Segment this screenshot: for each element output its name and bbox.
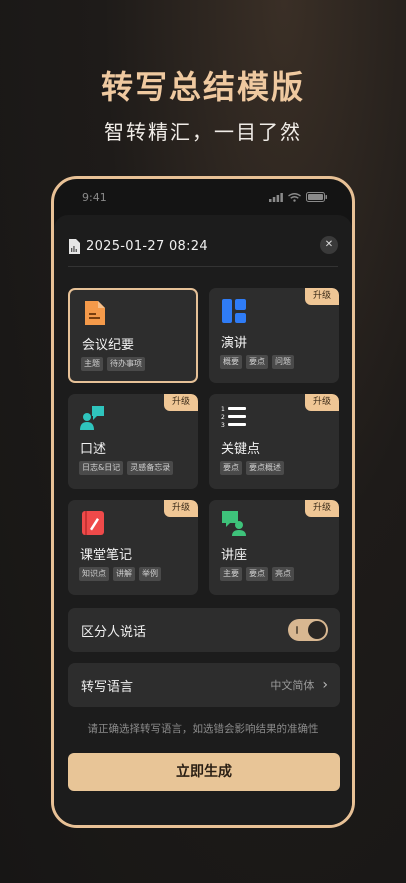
- template-tag: 主要: [220, 567, 242, 581]
- upgrade-badge: 升级: [305, 394, 339, 411]
- template-card-class-notes[interactable]: 课堂笔记 知识点 讲解 举例 升级: [68, 500, 198, 595]
- template-tag: 要点: [246, 355, 268, 369]
- notebook-icon: [82, 511, 104, 535]
- template-tag: 概要: [220, 355, 242, 369]
- template-card-meeting-notes[interactable]: 会议纪要 主题 待办事项: [68, 288, 198, 383]
- template-title: 口述: [80, 442, 107, 457]
- template-tag: 要点: [246, 567, 268, 581]
- speaker-separation-row: 区分人说话: [68, 608, 340, 652]
- template-tag: 主题: [81, 357, 103, 371]
- template-tag: 问题: [272, 355, 294, 369]
- wifi-icon: [288, 192, 301, 202]
- signal-icon: [269, 192, 283, 202]
- template-title: 讲座: [221, 548, 248, 563]
- upgrade-badge: 升级: [164, 500, 198, 517]
- divider: [68, 266, 338, 267]
- upgrade-badge: 升级: [305, 288, 339, 305]
- transcription-language-value: 中文简体: [270, 679, 315, 692]
- transcription-language-row[interactable]: 转写语言 中文简体 ›: [68, 663, 340, 707]
- close-button[interactable]: ✕: [320, 236, 338, 254]
- template-card-dictation[interactable]: 口述 日志&日记 灵感备忘录 升级: [68, 394, 198, 489]
- template-tag: 日志&日记: [79, 461, 124, 475]
- template-tag: 要点概述: [246, 461, 284, 475]
- language-hint: 请正确选择转写语言，如选错会影响结果的准确性: [87, 723, 319, 735]
- upgrade-badge: 升级: [164, 394, 198, 411]
- template-tag: 灵感备忘录: [127, 461, 174, 475]
- numbered-list-icon: 1 2 3: [221, 406, 246, 429]
- template-title: 会议纪要: [82, 338, 135, 353]
- lecture-icon: [222, 511, 246, 536]
- chevron-right-icon: ›: [322, 677, 328, 693]
- toggle-handle: [308, 621, 326, 639]
- hero-title: 转写总结模版: [100, 68, 305, 106]
- template-tag: 知识点: [79, 567, 109, 581]
- svg-text:3: 3: [221, 422, 225, 429]
- template-card-speech[interactable]: 演讲 概要 要点 问题 升级: [209, 288, 339, 383]
- phone-frame: 9:41 2025-01-27 08:24 ✕ 会议纪要 主题 待办事项 演讲 …: [51, 176, 355, 828]
- transcription-language-label: 转写语言: [81, 679, 134, 695]
- template-card-lecture[interactable]: 讲座 主要 要点 亮点 升级: [209, 500, 339, 595]
- template-title: 课堂笔记: [80, 548, 133, 563]
- hero-subtitle: 智转精汇，一目了然: [104, 120, 302, 144]
- speech-icon: [222, 299, 246, 323]
- template-tag: 举例: [139, 567, 161, 581]
- svg-text:1: 1: [221, 406, 225, 413]
- svg-text:2: 2: [221, 414, 225, 421]
- template-title: 演讲: [221, 336, 248, 351]
- battery-icon: [306, 192, 327, 202]
- template-tag: 讲解: [113, 567, 135, 581]
- template-tag: 待办事项: [107, 357, 145, 371]
- speaker-separation-toggle[interactable]: [288, 619, 328, 641]
- template-title: 关键点: [221, 442, 261, 457]
- recording-datetime: 2025-01-27 08:24: [86, 238, 208, 254]
- meeting-notes-icon: [85, 301, 105, 325]
- template-card-key-points[interactable]: 1 2 3 关键点 要点 要点概述 升级: [209, 394, 339, 489]
- speaker-separation-label: 区分人说话: [81, 624, 147, 640]
- recording-header: 2025-01-27 08:24 ✕: [68, 231, 338, 261]
- template-tag: 要点: [220, 461, 242, 475]
- status-bar: 9:41: [54, 179, 352, 215]
- status-time: 9:41: [82, 190, 107, 204]
- close-icon: ✕: [324, 239, 334, 250]
- template-tag: 亮点: [272, 567, 294, 581]
- template-sheet: 2025-01-27 08:24 ✕ 会议纪要 主题 待办事项 演讲 概要 要点…: [54, 215, 352, 825]
- generate-button[interactable]: 立即生成: [68, 753, 340, 791]
- upgrade-badge: 升级: [305, 500, 339, 517]
- dictation-icon: [80, 406, 104, 430]
- document-icon: [69, 238, 80, 254]
- toggle-on-mark: [296, 626, 298, 634]
